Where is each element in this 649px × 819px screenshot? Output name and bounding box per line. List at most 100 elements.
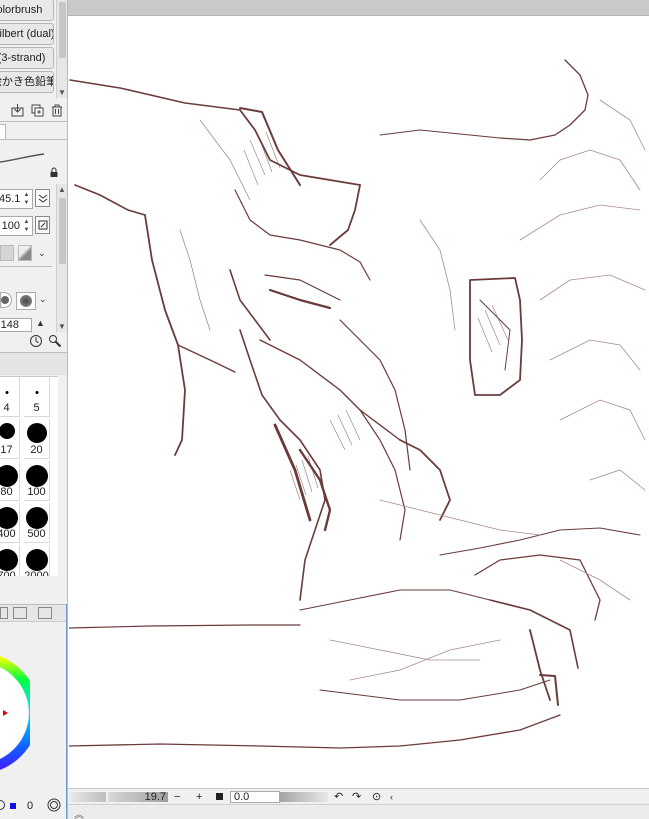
color-mode-icon[interactable] bbox=[38, 607, 52, 619]
brush-size-cell[interactable]: 500 bbox=[24, 503, 50, 543]
brush-size-field[interactable]: 45.1 ▲ ▼ bbox=[0, 189, 33, 209]
color-mode-icon[interactable] bbox=[0, 800, 5, 810]
canvas-status-bar: 19.7 − + 0.0 ↶ ↷ ⊙ ‹ bbox=[68, 788, 649, 804]
zoom-in-icon[interactable]: + bbox=[196, 791, 202, 804]
tool-settings-scrollbar[interactable]: ▲ ▼ bbox=[56, 184, 67, 332]
color-wheel[interactable] bbox=[0, 640, 30, 790]
rotation-slider-track[interactable] bbox=[280, 792, 328, 802]
rotate-right-icon[interactable]: ↷ bbox=[352, 791, 361, 804]
scrollbar-thumb[interactable] bbox=[59, 198, 66, 264]
brush-item-label: Gilbert (dual) bbox=[0, 28, 54, 40]
spin-arrows-icon[interactable]: ▲ ▼ bbox=[22, 191, 31, 207]
color-mode-icon[interactable] bbox=[0, 607, 8, 619]
main-color-swatch[interactable] bbox=[10, 803, 16, 809]
lock-icon[interactable] bbox=[46, 164, 62, 180]
sketch-artwork bbox=[69, 59, 646, 749]
scroll-down-icon[interactable]: ▼ bbox=[58, 322, 66, 331]
zoom-slider[interactable]: 19.7 bbox=[108, 791, 168, 803]
brush-item-strand[interactable]: r (3-strand) bbox=[0, 47, 54, 69]
panel-spacer bbox=[0, 576, 67, 604]
scroll-down-icon[interactable]: ▼ bbox=[58, 88, 66, 97]
brush-density-value: 100 bbox=[1, 220, 20, 232]
divider bbox=[0, 139, 67, 140]
brush-size-label: 80 bbox=[0, 486, 13, 498]
canvas-tab-bar bbox=[68, 0, 649, 16]
brush-item-label: r (3-strand) bbox=[0, 52, 46, 64]
chevron-down-icon[interactable]: ⌄ bbox=[38, 248, 46, 259]
brush-size-label: 20 bbox=[30, 444, 43, 456]
duplicate-brush-icon[interactable] bbox=[29, 102, 45, 118]
brush-item-label: colorbrush bbox=[0, 4, 43, 16]
zoom-out-icon[interactable]: − bbox=[174, 791, 180, 804]
brush-size-label: 5 bbox=[33, 402, 40, 414]
zoom-slider-track[interactable] bbox=[70, 792, 106, 802]
chevron-up-icon[interactable]: ▲ bbox=[36, 318, 45, 328]
brush-size-label: 500 bbox=[27, 528, 46, 540]
zoom-value: 19.7 bbox=[144, 791, 166, 803]
brush-list-scrollbar[interactable]: ▼ bbox=[56, 0, 67, 98]
brush-size-dot bbox=[25, 549, 48, 571]
scroll-up-icon[interactable]: ▲ bbox=[58, 185, 66, 194]
rotation-slider[interactable]: 0.0 bbox=[230, 791, 280, 803]
brush-size-dot bbox=[0, 423, 15, 439]
texture-swatch[interactable] bbox=[0, 245, 14, 261]
reset-rotation-icon[interactable]: ⊙ bbox=[372, 791, 381, 804]
min-size-value: 148 bbox=[0, 319, 19, 331]
brush-size-cell[interactable]: 20 bbox=[24, 419, 50, 459]
brush-density-field[interactable]: 100 ▲ ▼ bbox=[0, 216, 33, 236]
delete-brush-icon[interactable] bbox=[49, 102, 65, 118]
stroke-preview bbox=[0, 153, 45, 163]
brush-size-palette: 451720801004005007002000 bbox=[0, 376, 58, 585]
brush-size-dot bbox=[5, 391, 8, 394]
spin-arrows-icon[interactable]: ▲ ▼ bbox=[22, 218, 31, 234]
brush-size-dot bbox=[0, 507, 18, 529]
brush-size-cell[interactable]: 400 bbox=[0, 503, 20, 543]
blend-shape-swatch[interactable] bbox=[16, 292, 36, 310]
import-brush-icon[interactable] bbox=[9, 102, 25, 118]
brush-item-gilbert[interactable]: Gilbert (dual) bbox=[0, 23, 54, 45]
brush-size-dot bbox=[25, 465, 48, 487]
app-window: colorbrush Gilbert (dual) r (3-strand) 絵… bbox=[0, 0, 649, 819]
brush-size-label: 100 bbox=[27, 486, 46, 498]
divider bbox=[0, 266, 52, 267]
edge-swatch[interactable] bbox=[18, 245, 32, 261]
brush-size-dot bbox=[25, 507, 48, 529]
brush-size-header bbox=[0, 353, 67, 375]
reset-brush-icon[interactable] bbox=[28, 333, 44, 349]
chevron-left-icon[interactable]: ‹ bbox=[390, 791, 393, 804]
brush-size-cell[interactable]: 100 bbox=[24, 461, 50, 501]
brush-shape-swatch[interactable] bbox=[0, 292, 12, 308]
brush-size-cell[interactable]: 4 bbox=[0, 377, 20, 417]
brush-size-label: 17 bbox=[0, 444, 13, 456]
brush-size-cell[interactable]: 17 bbox=[0, 419, 20, 459]
pressure-size-toggle[interactable] bbox=[35, 189, 50, 207]
rotate-left-icon[interactable]: ↶ bbox=[334, 791, 343, 804]
brush-size-label: 400 bbox=[0, 528, 16, 540]
color-settings-icon[interactable] bbox=[46, 797, 62, 813]
brush-tool-list: colorbrush Gilbert (dual) r (3-strand) 絵… bbox=[0, 0, 56, 98]
panel-tab[interactable] bbox=[0, 124, 6, 139]
pressure-density-toggle[interactable] bbox=[35, 216, 50, 234]
panel-splitter[interactable] bbox=[66, 604, 67, 819]
brush-size-dot bbox=[35, 391, 38, 394]
drawing-canvas[interactable] bbox=[69, 16, 649, 788]
chevron-down-icon[interactable]: ⌄ bbox=[39, 294, 47, 305]
brush-size-cell[interactable]: 80 bbox=[0, 461, 20, 501]
reset-zoom-icon[interactable] bbox=[216, 793, 223, 800]
min-size-field[interactable]: 148 bbox=[0, 318, 32, 332]
brush-size-cell[interactable]: 5 bbox=[24, 377, 50, 417]
brush-size-dot bbox=[0, 549, 18, 571]
scrollbar-thumb[interactable] bbox=[59, 2, 66, 58]
brush-item-label: 絵かき色鉛筆 bbox=[0, 76, 54, 88]
expand-up-icon[interactable]: ︽ bbox=[74, 806, 84, 819]
brush-size-label: 4 bbox=[3, 402, 10, 414]
brush-size-dot bbox=[0, 465, 18, 487]
color-mode-icon[interactable] bbox=[13, 607, 27, 619]
brush-item-colorbrush[interactable]: colorbrush bbox=[0, 0, 54, 21]
divider bbox=[0, 121, 67, 122]
color-panel-toolbar bbox=[0, 604, 67, 622]
rotation-value: 0.0 bbox=[234, 791, 250, 803]
color-value-label: 0 bbox=[27, 800, 34, 812]
wrench-icon[interactable] bbox=[47, 333, 63, 349]
brush-item-pencil[interactable]: 絵かき色鉛筆 bbox=[0, 71, 54, 93]
